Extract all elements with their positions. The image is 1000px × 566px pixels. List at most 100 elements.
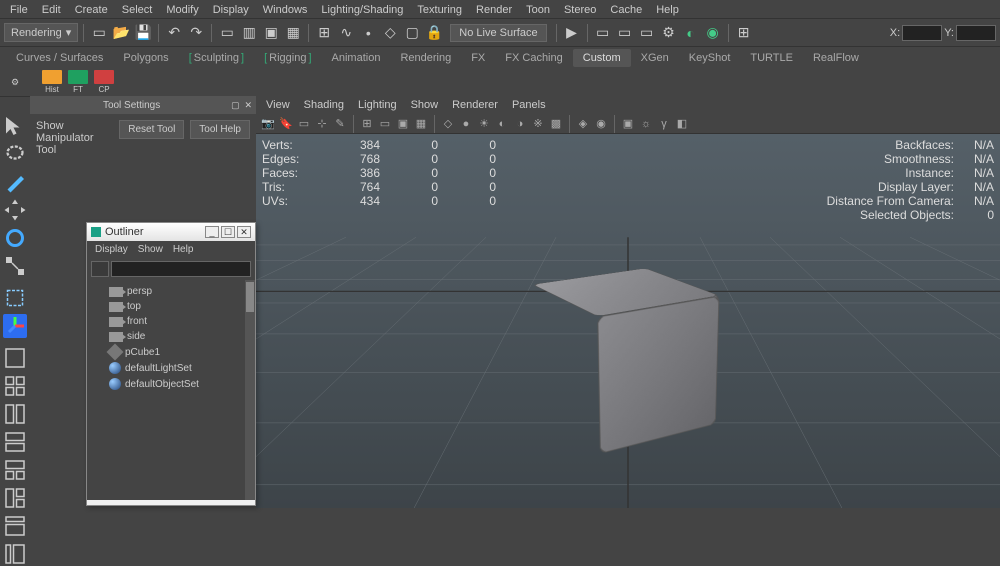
lasso-tool-icon[interactable] — [3, 142, 27, 166]
vp-menu-panels[interactable]: Panels — [506, 98, 552, 112]
pcube1-mesh[interactable] — [556, 284, 736, 464]
menu-render[interactable]: Render — [470, 2, 518, 16]
shelf-item-cp[interactable]: CP — [94, 70, 114, 94]
manipulator-tool-icon[interactable] — [3, 314, 27, 338]
move-tool-icon[interactable] — [3, 198, 27, 222]
menu-lighting-shading[interactable]: Lighting/Shading — [315, 2, 409, 16]
vp-smooth-shade-icon[interactable]: ● — [458, 116, 474, 132]
menu-cache[interactable]: Cache — [604, 2, 648, 16]
outliner-search-input[interactable] — [111, 261, 251, 277]
vp-menu-view[interactable]: View — [260, 98, 296, 112]
layout-four-icon[interactable] — [3, 374, 27, 398]
vp-xray-icon[interactable]: ◈ — [575, 116, 591, 132]
menu-display[interactable]: Display — [207, 2, 255, 16]
vp-ao-icon[interactable]: ◑ — [512, 116, 528, 132]
outliner-item-lightset[interactable]: defaultLightSet — [87, 360, 255, 376]
vp-menu-renderer[interactable]: Renderer — [446, 98, 504, 112]
select-object-icon[interactable]: ▣ — [261, 23, 281, 43]
ipr-render-icon[interactable]: ▭ — [615, 23, 635, 43]
outliner-item-objectset[interactable]: defaultObjectSet — [87, 376, 255, 392]
shelf-tab-xgen[interactable]: XGen — [631, 49, 679, 67]
vp-bookmark-icon[interactable]: 🔖 — [278, 116, 294, 132]
select-tool-icon[interactable] — [3, 114, 27, 138]
vp-resolution-gate-icon[interactable]: ▣ — [395, 116, 411, 132]
reset-tool-button[interactable]: Reset Tool — [119, 120, 184, 139]
outliner-item-front[interactable]: front — [87, 314, 255, 329]
shelf-tab-fx[interactable]: FX — [461, 49, 495, 67]
outliner-menu-show[interactable]: Show — [138, 244, 163, 255]
outliner-item-side[interactable]: side — [87, 329, 255, 344]
menu-toon[interactable]: Toon — [520, 2, 556, 16]
marquee-tool-icon[interactable] — [3, 286, 27, 310]
vp-xray-joints-icon[interactable]: ◉ — [593, 116, 609, 132]
new-scene-icon[interactable]: ▭ — [89, 23, 109, 43]
layout-two-stack-icon[interactable] — [3, 430, 27, 454]
paint-tool-icon[interactable] — [3, 170, 27, 194]
vp-isolate-icon[interactable]: ▣ — [620, 116, 636, 132]
menu-create[interactable]: Create — [69, 2, 114, 16]
layout-three-top-icon[interactable] — [3, 458, 27, 482]
shelf-gear-icon[interactable]: ⚙ — [8, 75, 22, 89]
outliner-filter-icon[interactable] — [91, 261, 109, 277]
vp-motion-blur-icon[interactable]: ※ — [530, 116, 546, 132]
layout-three-left-icon[interactable] — [3, 486, 27, 510]
snap-curve-icon[interactable]: ∿ — [336, 23, 356, 43]
shelf-tab-rigging[interactable]: Rigging — [254, 49, 321, 67]
snap-grid-icon[interactable]: ⊞ — [314, 23, 334, 43]
layout-single-icon[interactable] — [3, 346, 27, 370]
shelf-item-ft[interactable]: FT — [68, 70, 88, 94]
vp-menu-lighting[interactable]: Lighting — [352, 98, 403, 112]
vp-grid-icon[interactable]: ⊞ — [359, 116, 375, 132]
vp-menu-shading[interactable]: Shading — [298, 98, 350, 112]
shelf-tab-custom[interactable]: Custom — [573, 49, 631, 67]
vp-exposure-icon[interactable]: ☼ — [638, 116, 654, 132]
menu-windows[interactable]: Windows — [257, 2, 314, 16]
render-sequence-icon[interactable]: ▭ — [637, 23, 657, 43]
vp-gate-mask-icon[interactable]: ▦ — [413, 116, 429, 132]
close-icon[interactable]: ✕ — [237, 226, 251, 238]
rotate-tool-icon[interactable] — [3, 226, 27, 250]
outliner-titlebar[interactable]: Outliner _ ☐ ✕ — [87, 223, 255, 241]
render-settings-icon[interactable]: ⚙ — [659, 23, 679, 43]
layout-misc1-icon[interactable] — [3, 514, 27, 538]
panel-layout-icon[interactable]: ⊞ — [734, 23, 754, 43]
vp-view-transform-icon[interactable]: ◧ — [674, 116, 690, 132]
select-icon[interactable]: ▭ — [217, 23, 237, 43]
menu-help[interactable]: Help — [650, 2, 685, 16]
select-hierarchy-icon[interactable]: ▥ — [239, 23, 259, 43]
shelf-tab-keyshot[interactable]: KeyShot — [679, 49, 741, 67]
outliner-item-top[interactable]: top — [87, 299, 255, 314]
menu-modify[interactable]: Modify — [160, 2, 204, 16]
vp-wireframe-icon[interactable]: ◇ — [440, 116, 456, 132]
light-editor-icon[interactable]: ◉ — [703, 23, 723, 43]
vp-gamma-icon[interactable]: γ — [656, 116, 672, 132]
vp-2d-pan-icon[interactable]: ⊹ — [314, 116, 330, 132]
shelf-tab-rendering[interactable]: Rendering — [390, 49, 461, 67]
y-field[interactable] — [956, 25, 996, 41]
shelf-tab-animation[interactable]: Animation — [322, 49, 391, 67]
outliner-item-pcube1[interactable]: pCube1 — [87, 344, 255, 360]
menu-edit[interactable]: Edit — [36, 2, 67, 16]
menu-texturing[interactable]: Texturing — [411, 2, 468, 16]
viewport-canvas[interactable]: Verts:38400 Edges:76800 Faces:38600 Tris… — [256, 134, 1000, 508]
layout-two-side-icon[interactable] — [3, 402, 27, 426]
live-surface-field[interactable]: No Live Surface — [450, 24, 546, 42]
vp-select-camera-icon[interactable]: 📷 — [260, 116, 276, 132]
outliner-item-persp[interactable]: persp — [87, 284, 255, 299]
shelf-tab-turtle[interactable]: TURTLE — [740, 49, 803, 67]
outliner-scrollbar[interactable] — [245, 280, 255, 500]
vp-shadows-icon[interactable]: ◐ — [494, 116, 510, 132]
shelf-tab-realflow[interactable]: RealFlow — [803, 49, 869, 67]
redo-icon[interactable]: ↷ — [186, 23, 206, 43]
layout-misc2-icon[interactable] — [3, 542, 27, 566]
shelf-tab-sculpting[interactable]: Sculpting — [179, 49, 254, 67]
minimize-icon[interactable]: _ — [205, 226, 219, 238]
undock-icon[interactable]: ▢ — [231, 100, 240, 110]
scale-tool-icon[interactable] — [3, 254, 27, 278]
shelf-tab-curves[interactable]: Curves / Surfaces — [6, 49, 113, 67]
construct-history-icon[interactable]: ▶ — [562, 23, 582, 43]
vp-grease-icon[interactable]: ✎ — [332, 116, 348, 132]
menu-file[interactable]: File — [4, 2, 34, 16]
shelf-item-hist[interactable]: Hist — [42, 70, 62, 94]
outliner-menu-display[interactable]: Display — [95, 244, 128, 255]
